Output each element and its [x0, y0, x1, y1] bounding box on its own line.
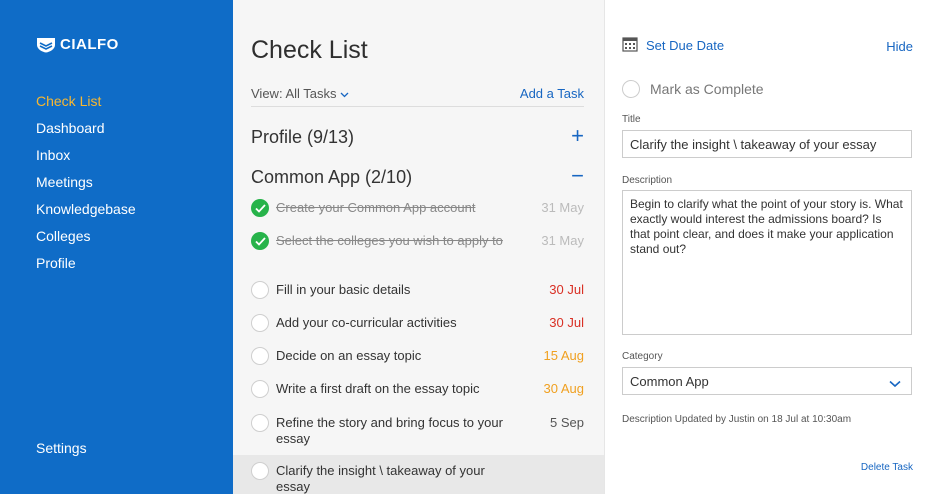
task-text: Refine the story and bring focus to your…: [276, 415, 503, 446]
mark-complete-label: Mark as Complete: [650, 81, 764, 97]
empty-circle-icon[interactable]: [251, 462, 269, 480]
task-date: 30 Jul: [549, 282, 584, 297]
description-label: Description: [622, 175, 673, 186]
task-date: 5 Sep: [550, 415, 584, 430]
chevron-down-icon: [889, 376, 901, 391]
sidebar-item-check-list[interactable]: Check List: [36, 91, 136, 118]
empty-circle-icon[interactable]: [251, 281, 269, 299]
brand-name: CIALFO: [60, 36, 119, 53]
empty-circle-icon[interactable]: [251, 380, 269, 398]
add-task-button[interactable]: Add a Task: [520, 86, 584, 101]
task-date: 30 Aug: [543, 381, 585, 396]
task-text: Decide on an essay topic: [276, 348, 422, 363]
task-date: 31 May: [541, 233, 584, 248]
description-updated-text: Description Updated by Justin on 18 Jul …: [622, 414, 852, 425]
title-label: Title: [622, 114, 641, 125]
title-input[interactable]: Clarify the insight \ takeaway of your e…: [622, 130, 912, 158]
description-textarea[interactable]: Begin to clarify what the point of your …: [622, 190, 912, 335]
category-value: Common App: [630, 374, 709, 389]
check-circle-icon[interactable]: [251, 232, 269, 250]
task-text: Fill in your basic details: [276, 282, 411, 297]
sidebar-item-knowledgebase[interactable]: Knowledgebase: [36, 199, 136, 226]
page-title: Check List: [251, 36, 368, 64]
check-circle-icon[interactable]: [251, 199, 269, 217]
task-date: 30 Jul: [549, 315, 584, 330]
sidebar-item-meetings[interactable]: Meetings: [36, 172, 136, 199]
task-text: Clarify the insight \ takeaway of your e…: [276, 463, 485, 494]
sidebar-item-settings[interactable]: Settings: [36, 440, 87, 456]
section-label: Profile (9/13): [251, 127, 355, 147]
collapse-icon[interactable]: −: [571, 163, 584, 189]
set-due-date-button[interactable]: Set Due Date: [622, 36, 724, 55]
mark-complete-toggle[interactable]: Mark as Complete: [622, 80, 764, 98]
task-text: Write a first draft on the essay topic: [276, 381, 480, 396]
task-date: 31 May: [541, 200, 584, 215]
task-date: 15 Aug: [543, 348, 585, 363]
empty-circle-icon[interactable]: [251, 347, 269, 365]
calendar-icon: [622, 36, 638, 55]
sidebar: CIALFO Check List Dashboard Inbox Meetin…: [0, 0, 233, 494]
task-text: Add your co-curricular activities: [276, 315, 457, 330]
brand-logo[interactable]: CIALFO: [36, 36, 119, 53]
section-common-app[interactable]: Common App (2/10) −: [251, 163, 584, 188]
sidebar-item-dashboard[interactable]: Dashboard: [36, 118, 136, 145]
view-bar: View: All Tasks Add a Task: [251, 86, 584, 107]
sidebar-item-inbox[interactable]: Inbox: [36, 145, 136, 172]
section-profile[interactable]: Profile (9/13) +: [251, 123, 584, 148]
task-text: Create your Common App account: [276, 200, 476, 215]
empty-circle-icon[interactable]: [251, 314, 269, 332]
sidebar-item-colleges[interactable]: Colleges: [36, 226, 136, 253]
task-detail-panel: Set Due Date Hide Mark as Complete Title…: [604, 0, 930, 494]
hide-button[interactable]: Hide: [886, 39, 913, 54]
delete-task-button[interactable]: Delete Task: [861, 462, 913, 473]
chevron-down-icon: [340, 86, 349, 101]
sidebar-item-profile[interactable]: Profile: [36, 253, 136, 280]
category-select[interactable]: Common App: [622, 367, 912, 395]
empty-circle-icon[interactable]: [622, 80, 640, 98]
view-filter-dropdown[interactable]: View: All Tasks: [251, 86, 349, 101]
task-text: Select the colleges you wish to apply to: [276, 233, 503, 248]
view-filter-label: View: All Tasks: [251, 86, 337, 101]
category-label: Category: [622, 351, 663, 362]
sidebar-nav: Check List Dashboard Inbox Meetings Know…: [36, 91, 136, 280]
cialfo-shield-icon: [36, 37, 56, 53]
set-due-date-label: Set Due Date: [646, 38, 725, 53]
section-label: Common App (2/10): [251, 167, 413, 187]
checklist-panel: Check List View: All Tasks Add a Task Pr…: [233, 0, 604, 494]
empty-circle-icon[interactable]: [251, 414, 269, 432]
expand-icon[interactable]: +: [571, 123, 584, 149]
